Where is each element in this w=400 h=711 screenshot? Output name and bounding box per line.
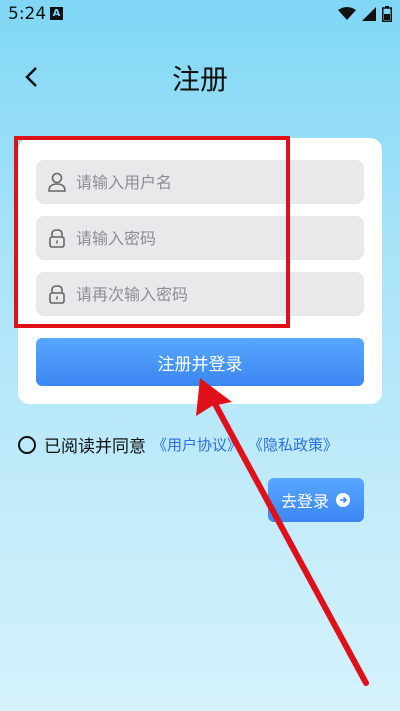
status-icons [338,6,392,22]
battery-icon [382,6,392,22]
user-agreement-link[interactable]: 《用户协议》 [152,434,242,455]
signal-icon [362,7,376,21]
header: 注册 [0,50,400,110]
wifi-icon [338,7,356,20]
highlight-box [14,136,290,328]
status-bar: 5:24 A [0,0,400,30]
register-and-login-button[interactable]: 注册并登录 [36,338,364,386]
agreement-text: 已阅读并同意 [44,437,146,457]
go-login-button[interactable]: 去登录 [268,478,364,522]
go-login-label: 去登录 [280,492,329,511]
status-time: 5:24 [8,4,47,24]
notification-icon: A [50,7,63,20]
privacy-policy-link[interactable]: 《隐私政策》 [248,434,338,455]
arrow-right-circle-icon [336,493,350,507]
agreement-row: 已阅读并同意 《用户协议》 《隐私政策》 [18,432,338,457]
page-title: 注册 [171,63,228,96]
agree-radio[interactable] [18,435,36,454]
